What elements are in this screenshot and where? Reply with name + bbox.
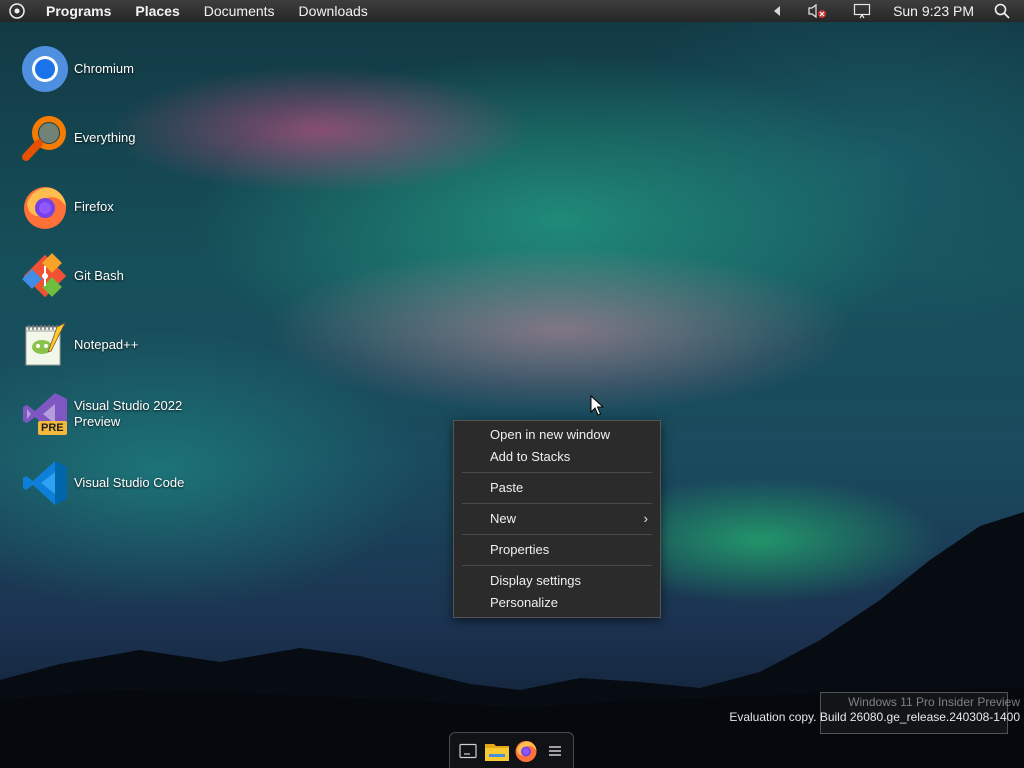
desktop-icon-label: Notepad++ — [74, 337, 139, 352]
menu-item-personalize[interactable]: Personalize — [454, 592, 660, 614]
clock[interactable]: Sun 9:23 PM — [879, 0, 988, 22]
places-menu[interactable]: Places — [123, 0, 191, 22]
desktop-icon-chromium[interactable]: Chromium — [20, 44, 220, 94]
desktop-icon-visual-studio[interactable]: PRE Visual Studio 2022 Preview — [20, 389, 220, 439]
programs-menu[interactable]: Programs — [34, 0, 123, 22]
watermark-build: Evaluation copy. Build 26080.ge_release.… — [729, 710, 1020, 724]
menu-separator — [462, 565, 652, 566]
desktop-icon-git-bash[interactable]: Git Bash — [20, 251, 220, 301]
menu-item-new[interactable]: New › — [454, 508, 660, 530]
menu-item-add-to-stacks[interactable]: Add to Stacks — [454, 446, 660, 468]
chevron-right-icon: › — [643, 511, 648, 526]
chromium-icon — [20, 44, 70, 94]
vscode-icon — [20, 458, 70, 508]
firefox-icon[interactable] — [512, 737, 540, 765]
menu-item-open-in-new-window[interactable]: Open in new window — [454, 424, 660, 446]
everything-search-icon — [20, 113, 70, 163]
terminal-icon[interactable] — [454, 737, 482, 765]
menu-separator — [462, 472, 652, 473]
git-bash-icon — [20, 251, 70, 301]
desktop-icon-label: Chromium — [74, 61, 134, 76]
menu-item-display-settings[interactable]: Display settings — [454, 570, 660, 592]
menu-separator — [462, 503, 652, 504]
dock — [449, 732, 574, 768]
menu-separator — [462, 534, 652, 535]
firefox-icon — [20, 182, 70, 232]
notepad-plus-plus-icon — [20, 320, 70, 370]
desktop-icon-notepad-plus-plus[interactable]: Notepad++ — [20, 320, 220, 370]
watermark-edition: Windows 11 Pro Insider Preview — [848, 695, 1020, 709]
file-manager-icon[interactable] — [483, 737, 511, 765]
volume-muted-icon[interactable] — [799, 0, 835, 22]
menu-icon[interactable] — [541, 737, 569, 765]
documents-menu[interactable]: Documents — [192, 0, 287, 22]
display-icon[interactable] — [845, 0, 879, 22]
windows-watermark: Windows 11 Pro Insider Preview Evaluatio… — [729, 692, 1020, 734]
desktop-icon-label: Visual Studio Code — [74, 475, 185, 490]
activities-icon[interactable] — [0, 0, 34, 22]
visual-studio-icon: PRE — [20, 389, 70, 439]
desktop-icon-vscode[interactable]: Visual Studio Code — [20, 458, 220, 508]
menu-item-properties[interactable]: Properties — [454, 539, 660, 561]
top-panel: Programs Places Documents Downloads Sun … — [0, 0, 1024, 22]
desktop-icon-label: Git Bash — [74, 268, 124, 283]
mouse-cursor — [590, 395, 604, 416]
desktop-context-menu: Open in new window Add to Stacks Paste N… — [453, 420, 661, 618]
desktop-icon-label: Visual Studio 2022 Preview — [74, 398, 183, 429]
desktop-icon-firefox[interactable]: Firefox — [20, 182, 220, 232]
preview-badge: PRE — [38, 421, 67, 435]
search-icon[interactable] — [988, 0, 1024, 22]
tray-expand-icon[interactable] — [765, 0, 789, 22]
menu-item-new-label: New — [490, 511, 517, 526]
desktop[interactable]: Programs Places Documents Downloads Sun … — [0, 0, 1024, 768]
downloads-menu[interactable]: Downloads — [287, 0, 380, 22]
desktop-icon-everything[interactable]: Everything — [20, 113, 220, 163]
menu-item-paste[interactable]: Paste — [454, 477, 660, 499]
desktop-icon-label: Firefox — [74, 199, 114, 214]
desktop-icon-label: Everything — [74, 130, 136, 145]
